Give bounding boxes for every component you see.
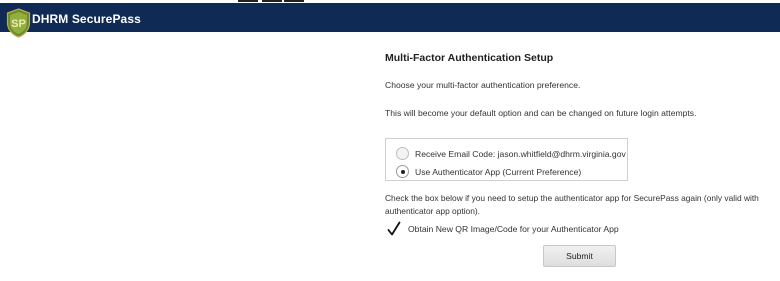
authenticator-app-option[interactable]: Use Authenticator App (Current Preferenc… <box>396 165 581 178</box>
new-qr-option[interactable]: Obtain New QR Image/Code for your Authen… <box>387 221 619 236</box>
intro-text: Choose your multi-factor authentication … <box>385 80 581 90</box>
securepass-shield-logo: SP <box>6 8 31 38</box>
top-strip-mark <box>238 0 258 2</box>
page-title: Multi-Factor Authentication Setup <box>385 52 554 64</box>
default-note: This will become your default option and… <box>385 108 697 118</box>
app-header: SP DHRM SecurePass <box>0 3 780 38</box>
authenticator-app-radio[interactable] <box>396 165 409 178</box>
submit-button[interactable]: Submit <box>543 245 616 267</box>
top-strip-mark <box>262 0 282 2</box>
email-code-option[interactable]: Receive Email Code: jason.whitfield@dhrm… <box>396 147 626 160</box>
checkmark-icon <box>387 221 401 236</box>
top-strip-mark <box>284 0 304 2</box>
brand-title: DHRM SecurePass <box>32 12 141 26</box>
email-code-label: Receive Email Code: jason.whitfield@dhrm… <box>415 148 626 159</box>
email-code-radio[interactable] <box>396 147 409 160</box>
new-qr-checkbox[interactable] <box>387 221 401 236</box>
mfa-options-group: Receive Email Code: jason.whitfield@dhrm… <box>385 138 628 181</box>
new-qr-label: Obtain New QR Image/Code for your Authen… <box>408 224 619 234</box>
reset-note: Check the box below if you need to setup… <box>385 193 759 216</box>
logo-text: SP <box>11 18 26 30</box>
authenticator-app-label: Use Authenticator App (Current Preferenc… <box>415 166 582 177</box>
